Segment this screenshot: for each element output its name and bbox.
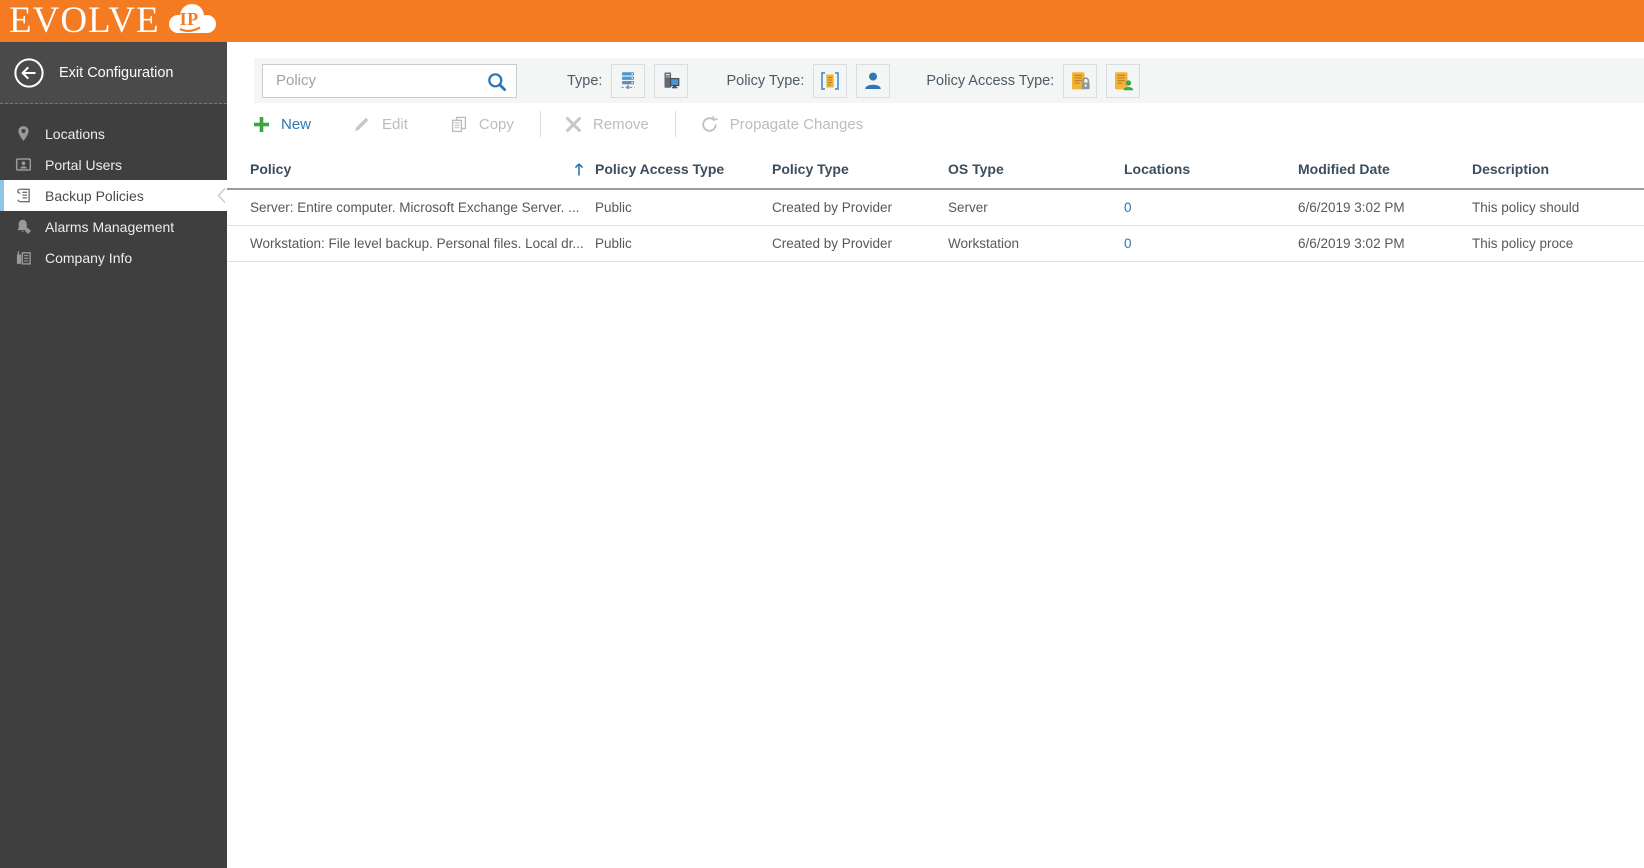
refresh-cycle-icon <box>700 115 719 134</box>
toolbar-divider <box>674 111 676 137</box>
new-button-label: New <box>281 115 312 133</box>
filter-type-workstation-button[interactable] <box>654 63 689 98</box>
new-button[interactable]: New <box>253 116 311 133</box>
column-header-description[interactable]: Description <box>1472 161 1644 177</box>
sidebar-item-alarms-management[interactable]: Alarms Management <box>0 211 227 242</box>
back-arrow-icon <box>13 57 45 89</box>
sidebar-item-label: Backup Policies <box>45 187 144 204</box>
public-policy-person-icon <box>1111 70 1135 92</box>
locations-count-link[interactable]: 0 <box>1124 236 1132 251</box>
policy-scroll-icon <box>15 187 32 204</box>
filter-access-public-button[interactable] <box>1106 63 1141 98</box>
cell-policy: Server: Entire computer. Microsoft Excha… <box>250 200 580 215</box>
server-icon <box>617 70 639 92</box>
type-filter-label: Type: <box>567 72 603 89</box>
top-header-bar: EVOLVE IP <box>0 0 1644 42</box>
filter-policy-type-provider-button[interactable] <box>813 63 848 98</box>
user-person-icon <box>862 70 884 92</box>
toolbar-divider <box>539 111 541 137</box>
sidebar-item-label: Company Info <box>45 249 133 266</box>
propagate-changes-label: Propagate Changes <box>729 115 864 133</box>
sidebar-item-locations[interactable]: Locations <box>0 118 227 149</box>
logo-ip-badge: IP <box>179 9 199 29</box>
cell-description: This policy should <box>1472 200 1580 215</box>
column-header-policy-type[interactable]: Policy Type <box>772 161 948 177</box>
exit-configuration-label: Exit Configuration <box>59 64 174 81</box>
copy-button-label: Copy <box>478 115 514 133</box>
location-pin-icon <box>15 125 32 142</box>
evolveip-logo: EVOLVE IP <box>9 0 220 42</box>
edit-button[interactable]: Edit <box>353 115 408 133</box>
cell-policy-access-type: Public <box>595 236 632 251</box>
filter-type-server-button[interactable] <box>611 63 646 98</box>
sidebar-item-portal-users[interactable]: Portal Users <box>0 149 227 180</box>
x-remove-icon <box>565 116 582 133</box>
propagate-changes-button[interactable]: Propagate Changes <box>700 115 863 134</box>
locations-count-link[interactable]: 0 <box>1124 200 1132 215</box>
policy-access-type-filter-label: Policy Access Type: <box>926 72 1055 89</box>
edit-button-label: Edit <box>382 115 408 133</box>
selected-item-chevron-icon <box>217 187 226 207</box>
table-row[interactable]: Server: Entire computer. Microsoft Excha… <box>227 190 1644 226</box>
sidebar: Exit Configuration Locations Portal User… <box>0 42 227 868</box>
app-root: EVOLVE IP Exit Configuration Locations P… <box>0 0 1644 868</box>
column-header-policy-access-type[interactable]: Policy Access Type <box>595 161 772 177</box>
table-row[interactable]: Workstation: File level backup. Personal… <box>227 226 1644 262</box>
logo-text: EVOLVE <box>9 0 160 41</box>
cell-modified-date: 6/6/2019 3:02 PM <box>1298 200 1405 215</box>
remove-button[interactable]: Remove <box>565 116 649 133</box>
cell-os-type: Server <box>948 200 988 215</box>
filter-policy-type-user-button[interactable] <box>856 63 891 98</box>
search-input[interactable] <box>263 64 516 97</box>
sidebar-item-label: Portal Users <box>45 156 123 173</box>
provider-policy-scroll-icon <box>818 70 842 92</box>
remove-button-label: Remove <box>592 115 649 133</box>
filter-access-private-button[interactable] <box>1063 63 1098 98</box>
column-header-locations[interactable]: Locations <box>1124 161 1298 177</box>
sidebar-item-backup-policies[interactable]: Backup Policies <box>0 180 227 211</box>
logo-cloud-icon: IP <box>164 2 220 40</box>
cell-description: This policy proce <box>1472 236 1574 251</box>
column-header-os-type[interactable]: OS Type <box>948 161 1124 177</box>
cell-policy: Workstation: File level backup. Personal… <box>250 236 584 251</box>
filter-bar: Type: <box>254 58 1644 103</box>
plus-icon <box>253 116 270 133</box>
copy-icon <box>450 115 468 133</box>
cell-modified-date: 6/6/2019 3:02 PM <box>1298 236 1405 251</box>
search-icon[interactable] <box>486 71 508 98</box>
cell-policy-type: Created by Provider <box>772 236 893 251</box>
cell-policy-access-type: Public <box>595 200 632 215</box>
policies-table: Policy Policy Access Type Policy Type OS… <box>227 150 1644 262</box>
sidebar-item-label: Locations <box>45 125 105 142</box>
private-policy-lock-icon <box>1068 70 1092 92</box>
sort-ascending-icon <box>573 162 585 177</box>
sidebar-nav: Locations Portal Users Backup Policies A… <box>0 118 227 273</box>
column-header-modified-date[interactable]: Modified Date <box>1298 161 1472 177</box>
table-header-row: Policy Policy Access Type Policy Type OS… <box>227 150 1644 190</box>
cell-policy-type: Created by Provider <box>772 200 893 215</box>
actions-toolbar: New Edit Copy Remove Propagate Changes <box>227 103 1644 145</box>
pencil-icon <box>353 115 371 133</box>
portal-user-card-icon <box>15 156 32 173</box>
company-building-icon <box>15 249 32 266</box>
sidebar-item-company-info[interactable]: Company Info <box>0 242 227 273</box>
policy-type-filter-label: Policy Type: <box>726 72 805 89</box>
exit-configuration-button[interactable]: Exit Configuration <box>0 42 227 104</box>
column-header-label: Policy <box>250 161 292 177</box>
copy-button[interactable]: Copy <box>450 115 514 133</box>
policy-search-box <box>262 63 517 98</box>
alarm-bell-gear-icon <box>15 218 32 235</box>
column-header-policy[interactable]: Policy <box>250 161 595 177</box>
sidebar-item-label: Alarms Management <box>45 218 175 235</box>
workstation-icon <box>660 70 682 92</box>
cell-os-type: Workstation <box>948 236 1020 251</box>
